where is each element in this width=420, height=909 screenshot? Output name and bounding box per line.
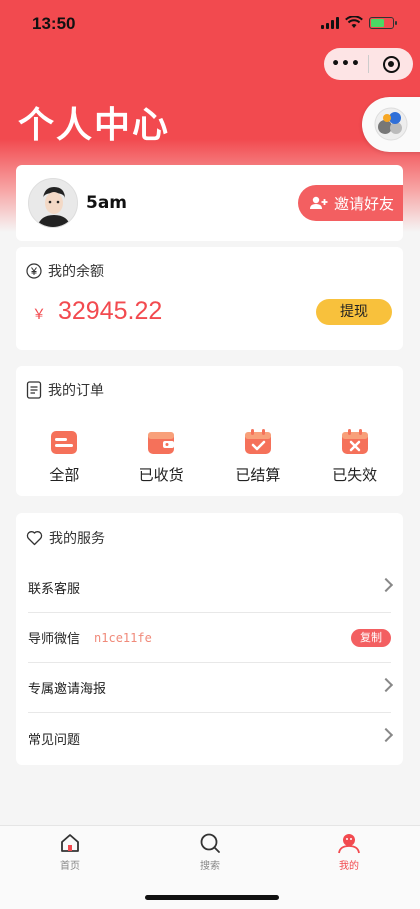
- page-title: 个人中心: [18, 105, 171, 146]
- copy-button[interactable]: 复制: [351, 629, 391, 647]
- miniprogram-capsule[interactable]: •••: [324, 48, 413, 80]
- order-list-icon: [26, 381, 42, 399]
- home-indicator: [145, 895, 279, 900]
- orders-card: 我的订单 全部 已收货 已结算 已失效: [16, 366, 403, 496]
- services-card: 我的服务 联系客服 导师微信 n1ce11fe 复制 专属邀请海报 常见问题: [16, 513, 403, 765]
- balance-card: 我的余额 ￥ 32945.22 提现: [16, 247, 403, 350]
- floating-widget-icon: [374, 107, 408, 141]
- expired-icon: [341, 429, 368, 454]
- balance-amount: 32945.22: [58, 297, 163, 325]
- search-icon: [200, 833, 220, 853]
- username: 5am: [86, 193, 128, 213]
- tab-home-label: 首页: [60, 861, 80, 872]
- tab-profile[interactable]: 我的: [319, 832, 379, 872]
- service-label: 导师微信: [28, 632, 81, 647]
- settled-icon: [244, 429, 271, 454]
- add-user-icon: [310, 196, 328, 209]
- balance-header: 我的余额: [26, 261, 104, 281]
- service-contact-support[interactable]: 联系客服: [28, 563, 394, 613]
- tab-home[interactable]: 首页: [40, 832, 100, 872]
- order-all[interactable]: 全部: [16, 428, 113, 485]
- services-header: 我的服务: [26, 528, 105, 548]
- service-label: 专属邀请海报: [28, 682, 107, 697]
- balance-title: 我的余额: [48, 264, 104, 280]
- chevron-right-icon: [378, 727, 394, 743]
- status-icons: [321, 16, 397, 29]
- floating-widget[interactable]: [362, 97, 420, 152]
- balance-amount-row: ￥ 32945.22: [32, 297, 162, 326]
- order-settled[interactable]: 已结算: [210, 428, 307, 485]
- currency-symbol: ￥: [32, 307, 46, 323]
- withdraw-button[interactable]: 提现: [316, 299, 392, 325]
- avatar[interactable]: [28, 178, 78, 228]
- status-bar: 13:50: [0, 0, 420, 48]
- profile-icon: [338, 834, 360, 854]
- orders-header: 我的订单: [26, 380, 104, 400]
- service-label: 联系客服: [28, 582, 81, 597]
- yuan-icon: [26, 263, 42, 279]
- home-icon: [61, 834, 79, 852]
- order-expired[interactable]: 已失效: [306, 428, 403, 485]
- tab-search[interactable]: 搜索: [180, 832, 240, 872]
- battery-icon: [369, 16, 397, 29]
- orders-title: 我的订单: [48, 383, 104, 399]
- all-orders-icon: [51, 431, 78, 454]
- order-received-label: 已收货: [138, 466, 184, 484]
- service-faq[interactable]: 常见问题: [28, 713, 394, 763]
- wechat-id: n1ce11fe: [94, 630, 152, 645]
- signal-icon: [321, 16, 339, 29]
- tab-search-label: 搜索: [200, 861, 220, 872]
- heart-icon: [26, 531, 43, 546]
- wifi-icon: [345, 16, 363, 28]
- order-expired-label: 已失效: [332, 466, 378, 484]
- close-target-icon[interactable]: [369, 55, 413, 73]
- invite-friends-label: 邀请好友: [334, 194, 395, 213]
- order-received[interactable]: 已收货: [113, 428, 210, 485]
- invite-friends-button[interactable]: 邀请好友: [298, 185, 403, 221]
- received-icon: [148, 432, 175, 454]
- order-all-label: 全部: [49, 466, 80, 484]
- status-time: 13:50: [32, 14, 76, 33]
- more-icon[interactable]: •••: [324, 56, 368, 72]
- chevron-right-icon: [378, 577, 394, 593]
- order-status-grid: 全部 已收货 已结算 已失效: [16, 428, 403, 485]
- service-mentor-wechat: 导师微信 n1ce11fe 复制: [28, 613, 391, 663]
- service-invite-poster[interactable]: 专属邀请海报: [28, 663, 394, 713]
- order-settled-label: 已结算: [235, 466, 281, 484]
- chevron-right-icon: [378, 677, 394, 693]
- service-label: 常见问题: [28, 732, 81, 748]
- tab-profile-label: 我的: [339, 861, 359, 872]
- services-title: 我的服务: [49, 531, 105, 547]
